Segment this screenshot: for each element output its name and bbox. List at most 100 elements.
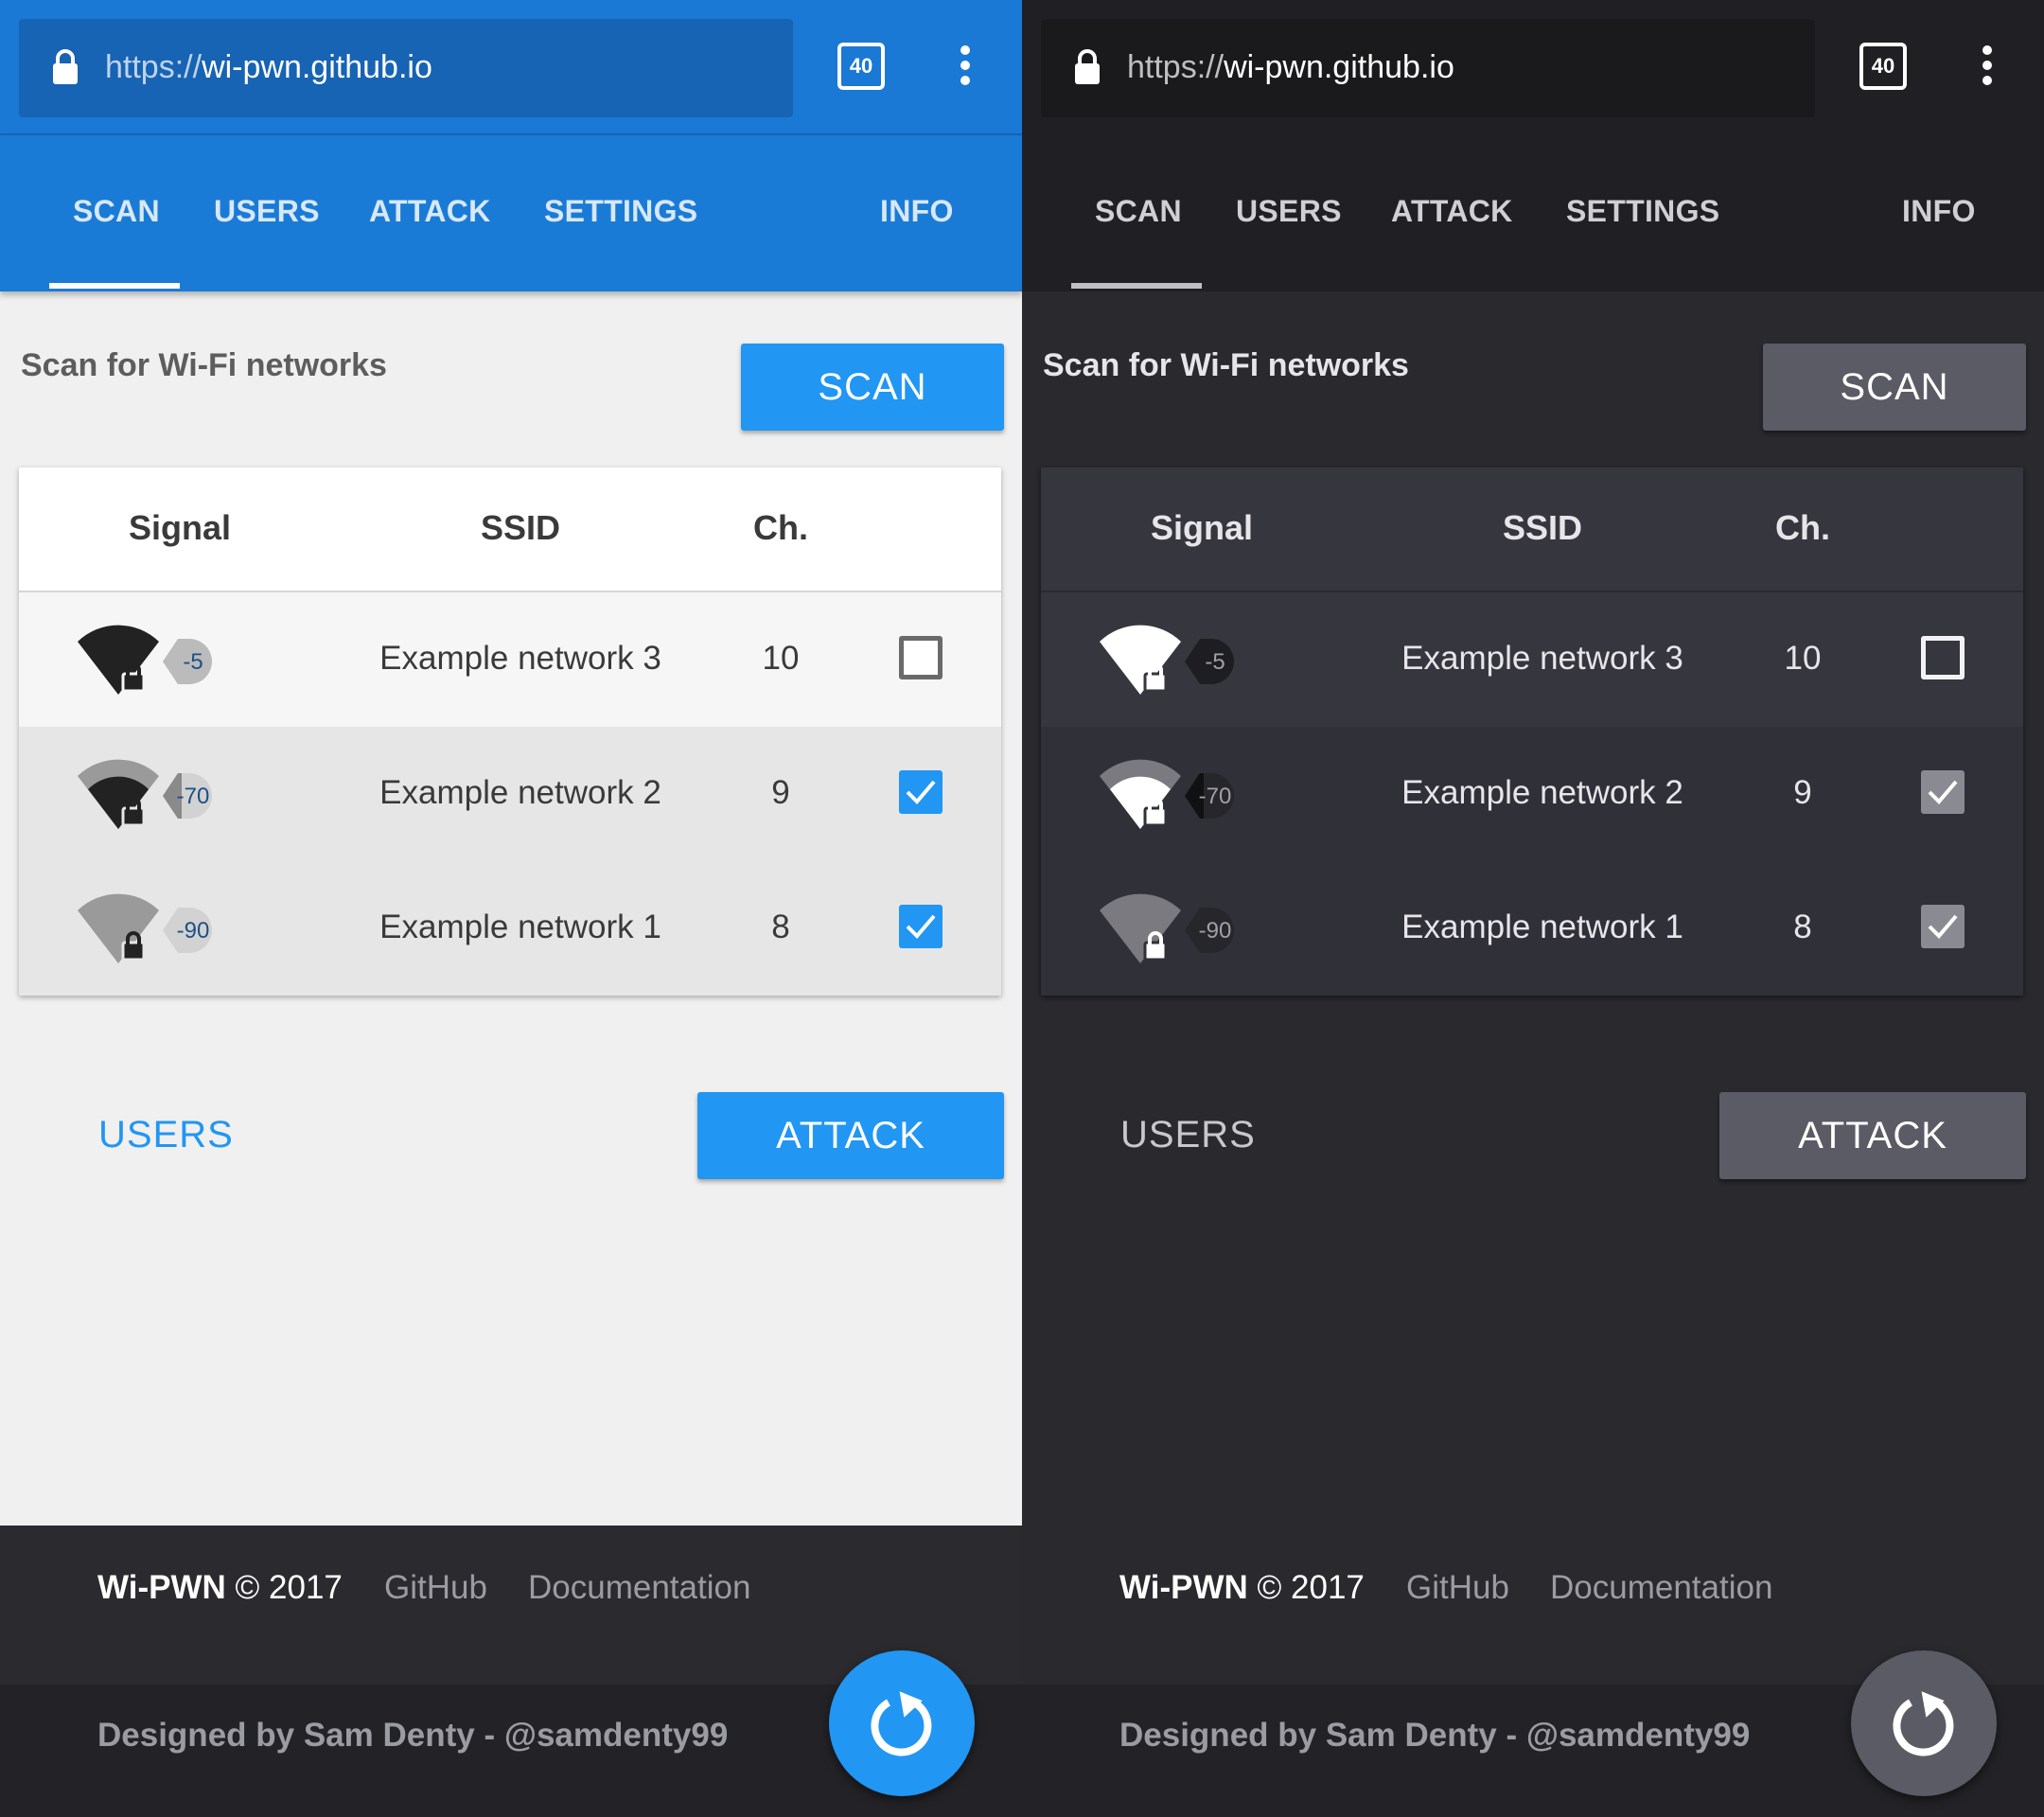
url-host: wi-pwn.github.io xyxy=(202,49,432,85)
url-bar[interactable]: https://wi-pwn.github.io xyxy=(1041,19,1815,117)
light-theme-panel: https://wi-pwn.github.io 40 SCAN USERS A… xyxy=(0,0,1022,1817)
rssi-value: -90 xyxy=(1199,918,1232,944)
rssi-value: -5 xyxy=(1205,649,1225,675)
column-header-ssid: SSID xyxy=(480,508,561,547)
tab-count: 40 xyxy=(1871,54,1895,78)
wifi-signal-icon: -5 xyxy=(78,625,212,695)
brand-name: Wi-PWN xyxy=(97,1569,226,1606)
refresh-icon xyxy=(871,1691,932,1756)
scan-button[interactable]: SCAN xyxy=(1763,344,2026,431)
column-header-signal: Signal xyxy=(128,508,232,547)
check-icon xyxy=(1928,914,1958,939)
ssid-cell: Example network 1 xyxy=(1401,908,1683,945)
copyright: © 2017 xyxy=(235,1569,343,1606)
tab-attack[interactable]: ATTACK xyxy=(1391,192,1513,230)
tab-users[interactable]: USERS xyxy=(1236,192,1342,230)
tab-settings[interactable]: SETTINGS xyxy=(544,192,697,230)
table-row[interactable]: -90 Example network 1 8 xyxy=(19,861,1001,996)
wifi-signal-icon: -90 xyxy=(78,893,212,963)
designed-by: Designed by Sam Denty - @samdenty99 xyxy=(1119,1717,1751,1754)
select-checkbox[interactable] xyxy=(899,770,943,814)
copyright: © 2017 xyxy=(1257,1569,1365,1606)
lock-icon xyxy=(1075,49,1100,84)
select-checkbox[interactable] xyxy=(1921,770,1965,814)
url-scheme: https:// xyxy=(105,49,203,85)
check-icon xyxy=(906,780,936,804)
rssi-value: -70 xyxy=(177,784,210,809)
scan-button[interactable]: SCAN xyxy=(741,344,1004,431)
check-icon xyxy=(1928,780,1958,804)
ssid-cell: Example network 2 xyxy=(1401,774,1683,811)
networks-table: Signal SSID Ch. -5 Example network 3 10 xyxy=(1041,467,2023,996)
table-row[interactable]: -5 Example network 3 10 xyxy=(1041,592,2023,727)
users-link[interactable]: USERS xyxy=(1120,1110,1256,1159)
rssi-value: -90 xyxy=(177,918,210,944)
select-checkbox[interactable] xyxy=(899,636,943,679)
networks-table: Signal SSID Ch. -5 Example network 3 10 xyxy=(19,467,1001,996)
select-checkbox[interactable] xyxy=(899,905,943,948)
tab-info[interactable]: INFO xyxy=(880,192,954,230)
github-link[interactable]: GitHub xyxy=(384,1565,487,1611)
wifi-signal-icon: -70 xyxy=(1100,759,1234,829)
brand-name: Wi-PWN xyxy=(1119,1569,1248,1606)
select-checkbox[interactable] xyxy=(1921,636,1965,679)
tab-info[interactable]: INFO xyxy=(1902,192,1976,230)
tab-scan[interactable]: SCAN xyxy=(1095,192,1182,230)
browser-toolbar: https://wi-pwn.github.io 40 xyxy=(1022,0,2044,135)
check-icon xyxy=(906,914,936,939)
dark-theme-panel: https://wi-pwn.github.io 40 SCAN USERS A… xyxy=(1022,0,2044,1817)
active-tab-indicator xyxy=(1071,283,1202,289)
ssid-cell: Example network 1 xyxy=(379,908,661,945)
rssi-value: -5 xyxy=(183,649,203,675)
url-bar[interactable]: https://wi-pwn.github.io xyxy=(19,19,793,117)
tabs-count-icon[interactable]: 40 xyxy=(837,43,885,90)
ssid-cell: Example network 3 xyxy=(1401,640,1683,677)
url-host: wi-pwn.github.io xyxy=(1224,49,1454,85)
channel-cell: 9 xyxy=(1793,774,1812,811)
active-tab-indicator xyxy=(49,283,180,289)
refresh-fab[interactable] xyxy=(1851,1650,1997,1796)
ssid-cell: Example network 3 xyxy=(379,640,661,677)
url-scheme: https:// xyxy=(1127,49,1225,85)
table-row[interactable]: -70 Example network 2 9 xyxy=(1041,727,2023,861)
table-header: Signal SSID Ch. xyxy=(19,467,1001,592)
table-row[interactable]: -90 Example network 1 8 xyxy=(1041,861,2023,996)
attack-button[interactable]: ATTACK xyxy=(1719,1092,2026,1179)
documentation-link[interactable]: Documentation xyxy=(528,1565,750,1611)
tab-settings[interactable]: SETTINGS xyxy=(1566,192,1719,230)
nav-bar: SCAN USERS ATTACK SETTINGS INFO xyxy=(1022,135,2044,291)
tab-users[interactable]: USERS xyxy=(214,192,320,230)
channel-cell: 9 xyxy=(771,774,790,811)
refresh-icon xyxy=(1893,1691,1954,1756)
column-header-channel: Ch. xyxy=(753,508,808,547)
attack-button[interactable]: ATTACK xyxy=(697,1092,1004,1179)
channel-cell: 10 xyxy=(1784,640,1822,677)
users-link[interactable]: USERS xyxy=(98,1110,234,1159)
footer-brand: Wi-PWN © 2017 xyxy=(1119,1565,1365,1611)
footer-brand: Wi-PWN © 2017 xyxy=(97,1565,343,1611)
table-row[interactable]: -5 Example network 3 10 xyxy=(19,592,1001,727)
documentation-link[interactable]: Documentation xyxy=(1550,1565,1772,1611)
table-row[interactable]: -70 Example network 2 9 xyxy=(19,727,1001,861)
channel-cell: 8 xyxy=(1793,908,1812,945)
github-link[interactable]: GitHub xyxy=(1406,1565,1509,1611)
table-header: Signal SSID Ch. xyxy=(1041,467,2023,592)
refresh-fab[interactable] xyxy=(829,1650,975,1796)
select-checkbox[interactable] xyxy=(1921,905,1965,948)
column-header-channel: Ch. xyxy=(1775,508,1830,547)
rssi-value: -70 xyxy=(1199,784,1232,809)
url-text: https://wi-pwn.github.io xyxy=(105,44,432,91)
wifi-signal-icon: -70 xyxy=(78,759,212,829)
more-vert-icon[interactable] xyxy=(1978,45,1997,93)
wifi-signal-icon: -90 xyxy=(1100,893,1234,963)
wifi-signal-icon: -5 xyxy=(1100,625,1234,695)
channel-cell: 8 xyxy=(771,908,790,945)
tabs-count-icon[interactable]: 40 xyxy=(1859,43,1907,90)
tab-attack[interactable]: ATTACK xyxy=(369,192,491,230)
column-header-signal: Signal xyxy=(1150,508,1254,547)
lock-icon xyxy=(53,49,78,84)
designed-by: Designed by Sam Denty - @samdenty99 xyxy=(97,1717,729,1754)
channel-cell: 10 xyxy=(762,640,800,677)
tab-scan[interactable]: SCAN xyxy=(73,192,160,230)
more-vert-icon[interactable] xyxy=(956,45,975,93)
